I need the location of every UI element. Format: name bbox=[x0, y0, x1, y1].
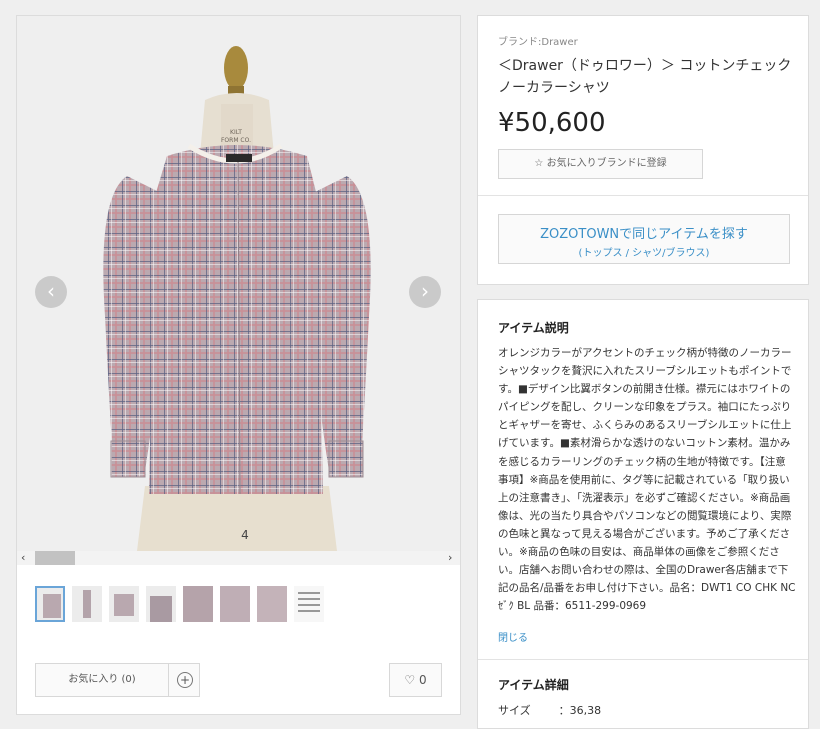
zozotown-button-category: (トップス / シャツ/ブラウス) bbox=[578, 248, 710, 259]
divider bbox=[478, 659, 808, 660]
like-count: 0 bbox=[418, 673, 427, 687]
scroll-right-icon[interactable]: › bbox=[448, 551, 452, 565]
prev-image-button[interactable]: ‹ bbox=[35, 276, 67, 308]
product-title: ＜Drawer（ドゥロワー）＞ コットンチェックノーカラーシャツ bbox=[498, 58, 792, 96]
shirt-on-mannequin-image: KILT FORM CO. 4 bbox=[17, 16, 460, 551]
zozotown-button-label: ZOZOTOWNで同じアイテムを探す bbox=[540, 227, 748, 242]
chevron-left-icon: ‹ bbox=[47, 279, 55, 303]
thumbnail-6[interactable] bbox=[220, 586, 250, 622]
thumbnail-3[interactable] bbox=[109, 586, 139, 622]
thumbnail-2[interactable] bbox=[72, 586, 102, 622]
add-circle-icon[interactable]: + bbox=[177, 672, 193, 688]
next-image-button[interactable]: › bbox=[409, 276, 441, 308]
zozotown-search-button[interactable]: ZOZOTOWNで同じアイテムを探す (トップス / シャツ/ブラウス) bbox=[498, 214, 790, 264]
thumbnail-scrollbar[interactable]: ‹ › bbox=[17, 551, 460, 565]
details-heading: アイテム詳細 bbox=[498, 678, 569, 692]
scrollbar-thumb[interactable] bbox=[35, 551, 75, 565]
thumbnail-4[interactable] bbox=[146, 586, 176, 622]
like-button[interactable]: ♡ 0 bbox=[389, 663, 442, 697]
size-label: サイズ bbox=[498, 704, 531, 717]
item-info-panel: アイテム説明 オレンジカラーがアクセントのチェック柄が特徴のノーカラーシャツタッ… bbox=[477, 299, 809, 729]
product-summary-panel: ブランド:Drawer ＜Drawer（ドゥロワー）＞ コットンチェックノーカラ… bbox=[477, 15, 809, 285]
scroll-left-icon[interactable]: ‹ bbox=[21, 551, 25, 565]
product-price: ¥50,600 bbox=[498, 108, 606, 138]
favorite-brand-button[interactable]: ☆ お気に入りブランドに登録 bbox=[498, 149, 703, 179]
svg-text:KILT: KILT bbox=[230, 129, 242, 136]
product-gallery-panel: KILT FORM CO. 4 ‹ › ‹ › お気に入り (0) + ♡ 0 bbox=[16, 15, 461, 715]
thumbnail-7[interactable] bbox=[257, 586, 287, 622]
thumbnail-8[interactable] bbox=[294, 586, 324, 622]
description-text: オレンジカラーがアクセントのチェック柄が特徴のノーカラーシャツタックを贅沢に入れ… bbox=[498, 347, 796, 613]
close-description-link[interactable]: 閉じる bbox=[498, 629, 528, 644]
svg-text:FORM CO.: FORM CO. bbox=[221, 137, 251, 144]
chevron-right-icon: › bbox=[421, 279, 429, 303]
heart-icon: ♡ bbox=[404, 673, 416, 687]
brand-label[interactable]: ブランド:Drawer bbox=[498, 33, 578, 48]
favorite-button[interactable]: お気に入り (0) bbox=[36, 664, 169, 696]
thumbnail-1[interactable] bbox=[35, 586, 65, 622]
size-row: サイズ ：36,38 bbox=[498, 702, 601, 718]
divider bbox=[478, 195, 808, 196]
main-product-photo[interactable]: KILT FORM CO. 4 ‹ › bbox=[17, 16, 460, 551]
thumbnail-5[interactable] bbox=[183, 586, 213, 622]
size-value: ：36,38 bbox=[558, 704, 602, 717]
favorite-control: お気に入り (0) + bbox=[35, 663, 200, 697]
description-heading: アイテム説明 bbox=[498, 321, 569, 335]
svg-text:4: 4 bbox=[241, 528, 249, 542]
